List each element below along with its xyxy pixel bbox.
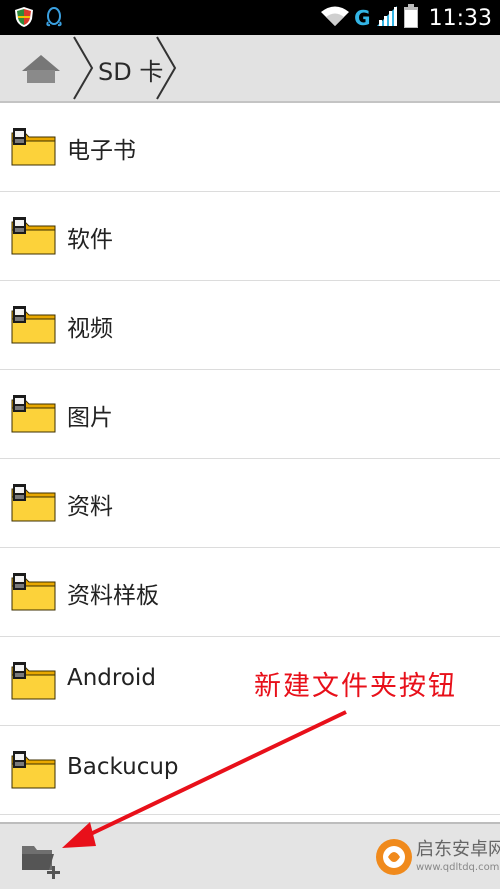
folder-icon xyxy=(11,750,57,790)
list-item[interactable]: 软件 xyxy=(0,192,500,281)
list-item[interactable]: Backucup xyxy=(0,726,500,815)
list-item[interactable]: 视频 xyxy=(0,281,500,370)
status-bar: G 11:33 xyxy=(0,0,500,35)
folder-name: 软件 xyxy=(67,227,113,253)
breadcrumb-item-sd-card[interactable]: SD 卡 xyxy=(98,52,163,87)
folder-name: 资料样板 xyxy=(67,583,159,609)
folder-name: 电子书 xyxy=(67,138,136,164)
folder-icon xyxy=(11,483,57,523)
home-button[interactable] xyxy=(0,35,80,101)
breadcrumb-separator xyxy=(155,35,179,105)
network-type: G xyxy=(354,6,371,30)
breadcrumb: SD 卡 xyxy=(0,35,500,103)
list-item[interactable]: 电子书 xyxy=(0,103,500,192)
list-item[interactable]: 资料样板 xyxy=(0,548,500,637)
folder-name: 视频 xyxy=(67,316,113,342)
new-folder-button[interactable] xyxy=(18,836,68,880)
signal-icon xyxy=(375,4,399,32)
folder-list: 电子书 软件 视频 图片 资料 资料样板 Android Backucup xyxy=(0,103,500,815)
folder-icon xyxy=(11,661,57,701)
folder-name: Backucup xyxy=(67,754,179,780)
list-item[interactable]: 图片 xyxy=(0,370,500,459)
battery-icon xyxy=(403,3,419,33)
folder-icon xyxy=(11,572,57,612)
folder-icon xyxy=(11,216,57,256)
wifi-icon xyxy=(320,4,350,32)
list-item[interactable]: 资料 xyxy=(0,459,500,548)
qq-penguin-icon xyxy=(44,6,64,32)
folder-name: 图片 xyxy=(67,405,113,431)
shield-icon xyxy=(14,6,34,32)
folder-name: 资料 xyxy=(67,494,113,520)
annotation-label: 新建文件夹按钮 xyxy=(254,671,457,702)
watermark: 启东安卓网 www.qdltdq.com xyxy=(372,829,500,889)
folder-icon xyxy=(11,394,57,434)
watermark-name: 启东安卓网 xyxy=(416,839,500,860)
watermark-url: www.qdltdq.com xyxy=(416,862,500,873)
folder-icon xyxy=(11,127,57,167)
folder-name: Android xyxy=(67,665,156,691)
breadcrumb-separator xyxy=(72,35,96,105)
clock: 11:33 xyxy=(428,5,492,31)
folder-icon xyxy=(11,305,57,345)
